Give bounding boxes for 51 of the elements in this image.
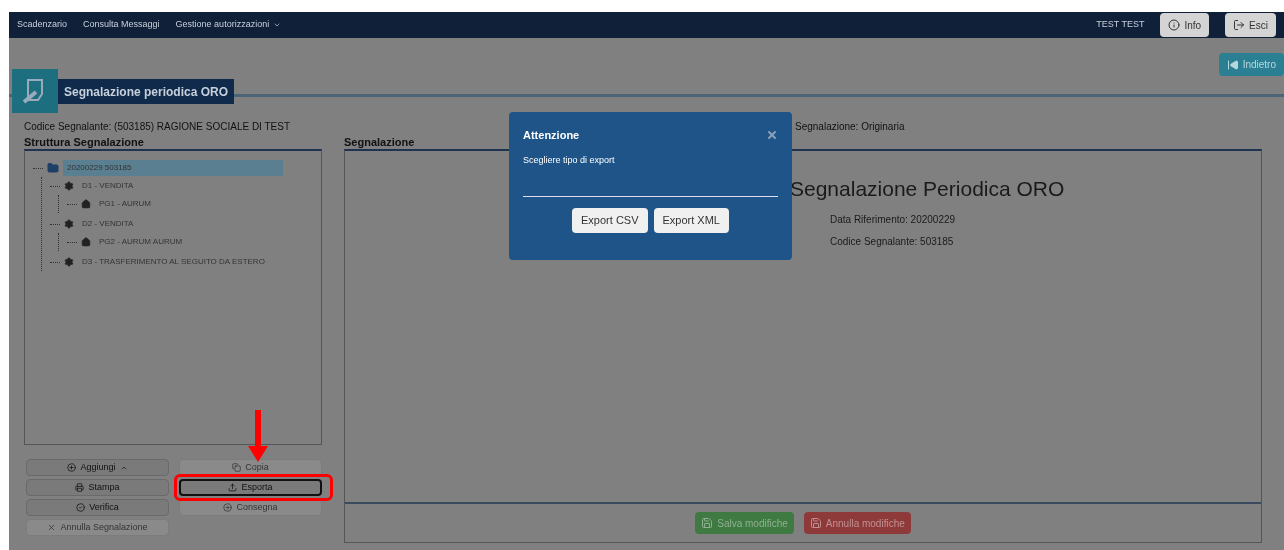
gear-icon — [64, 257, 74, 267]
close-icon — [47, 523, 57, 532]
arrow-circle-icon — [223, 503, 233, 512]
annotation-arrow — [248, 410, 268, 462]
nav-link[interactable]: Gestione autorizzazioni — [175, 18, 282, 32]
modal-title: Attenzione — [523, 127, 580, 143]
tree-node[interactable]: D1 - VENDITA — [78, 178, 138, 194]
gear-icon — [64, 181, 74, 191]
tree-node[interactable]: PG2 - AURUM AURUM — [95, 234, 187, 250]
home-icon — [81, 237, 91, 247]
report-line: Codice Segnalante: 503185 — [830, 234, 955, 249]
info-icon — [1168, 19, 1181, 31]
tree-node[interactable]: 20200229 503185 — [63, 160, 283, 176]
back-button[interactable]: Indietro — [1218, 53, 1284, 76]
action-button[interactable]: Stampa — [26, 479, 169, 496]
export-button[interactable]: Export XML — [653, 207, 729, 233]
plus-circle-icon — [67, 463, 77, 472]
check-circle-icon — [76, 503, 86, 512]
action-button[interactable]: Verifica — [26, 499, 169, 516]
modal-message: Scegliere tipo di export — [523, 154, 616, 167]
gear-icon — [64, 219, 74, 229]
upload-icon — [228, 483, 238, 492]
tree-node[interactable]: PG1 - AURUM — [95, 196, 155, 212]
save-icon — [809, 517, 822, 529]
copy-icon — [232, 463, 242, 472]
close-icon[interactable] — [766, 129, 778, 141]
folder-icon — [47, 162, 59, 174]
report-heading: Segnalazione Periodica ORO — [790, 176, 1066, 202]
section-title: Struttura Segnalazione — [24, 135, 145, 147]
home-icon — [81, 199, 91, 209]
action-button[interactable]: Esporta — [179, 479, 322, 496]
info-button[interactable]: Info — [1160, 13, 1210, 37]
logout-button[interactable]: Esci — [1225, 13, 1276, 37]
nav-link[interactable]: Consulta Messaggi — [83, 18, 160, 32]
nav-link[interactable]: Scadenzario — [17, 18, 68, 32]
tipo-segnalazione: Segnalazione: Originaria — [795, 120, 905, 134]
save-button[interactable]: Salva modifiche — [695, 512, 794, 534]
section-title: Segnalazione — [344, 135, 415, 147]
user-name: TEST TEST — [1096, 18, 1145, 32]
printer-icon — [75, 483, 85, 492]
action-button[interactable]: Aggiungi — [26, 459, 169, 476]
cancel-button[interactable]: Annulla modifiche — [803, 512, 911, 534]
logout-icon — [1233, 19, 1246, 31]
save-icon — [701, 517, 714, 529]
codice-segnalante: Codice Segnalante: (503185) RAGIONE SOCIALE DI TEST — [24, 120, 291, 131]
export-button[interactable]: Export CSV — [572, 207, 648, 233]
page-title: Segnalazione periodica ORO — [58, 79, 235, 104]
report-line: Data Riferimento: 20200229 — [830, 212, 957, 227]
tree-node[interactable]: D3 - TRASFERIMENTO AL SEGUITO DA ESTERO — [78, 254, 269, 270]
tree-node[interactable]: D2 - VENDITA — [78, 216, 138, 232]
skip-back-icon — [1226, 58, 1239, 71]
